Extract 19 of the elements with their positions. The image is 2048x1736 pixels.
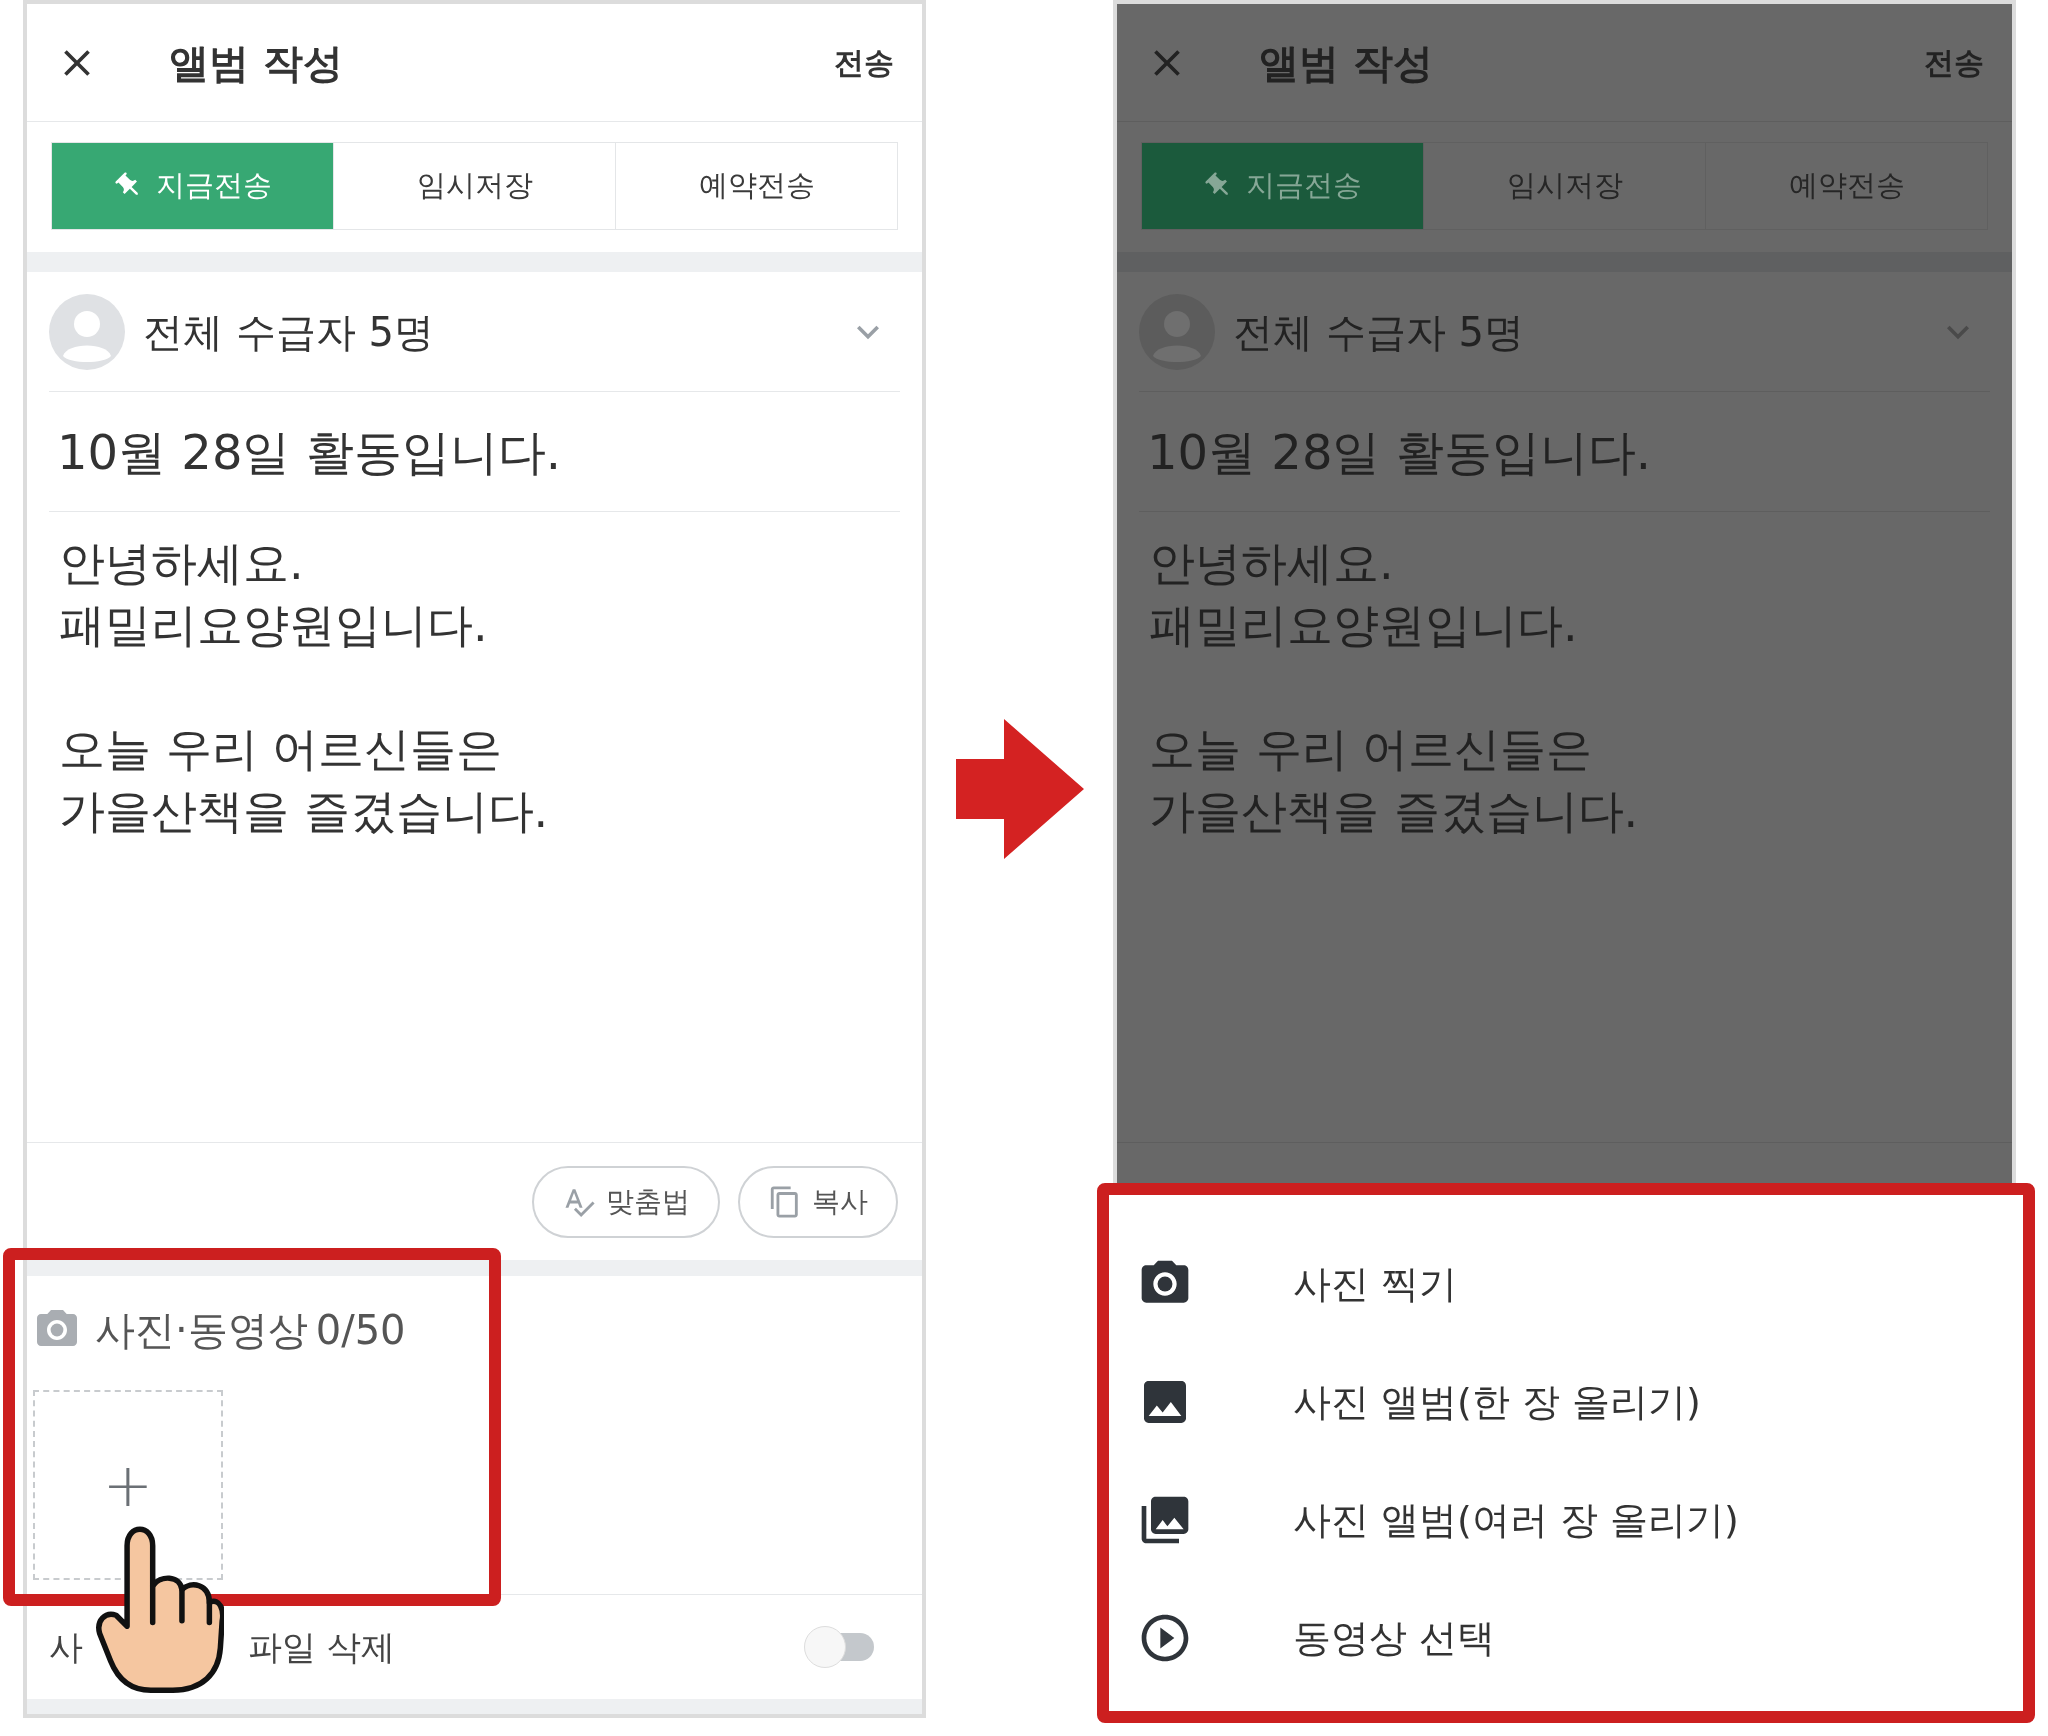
screen-title: 앨범 작성	[1259, 38, 1433, 88]
avatar-icon	[49, 293, 125, 370]
subject-field[interactable]: 10월 28일 활동입니다.	[49, 415, 569, 488]
sheet-menu-item[interactable]: 사진 찍기	[1109, 1225, 2023, 1343]
sheet-menu-item[interactable]: 동영상 선택	[1109, 1579, 2023, 1697]
recipients-label[interactable]: 전체 수급자 5명	[143, 301, 434, 362]
arrow-icon	[955, 719, 1084, 859]
toggle-label: 파일 삭제	[248, 1625, 395, 1669]
message-paragraph[interactable]: 안녕하세요. 패밀리요양원입니다.	[59, 532, 890, 656]
screen-title: 앨범 작성	[169, 38, 343, 88]
sheet-menu-item[interactable]: 사진 앨범(한 장 올리기)	[1109, 1343, 2023, 1461]
text-tool-button[interactable]: 맞춤법	[532, 1165, 720, 1238]
text-tool-button[interactable]: 복사	[738, 1165, 898, 1238]
toggle-label: 사	[49, 1625, 83, 1669]
attachments-count: 0/50	[315, 1306, 406, 1355]
message-paragraph[interactable]: 오늘 우리 어르신들은 가을산책을 즐겼습니다.	[59, 718, 890, 842]
send-button[interactable]: 전송	[834, 40, 894, 85]
attachments-label: 사진·동영상	[95, 1306, 308, 1355]
sheet-menu-item[interactable]: 사진 앨범(여러 장 올리기)	[1109, 1461, 2023, 1579]
